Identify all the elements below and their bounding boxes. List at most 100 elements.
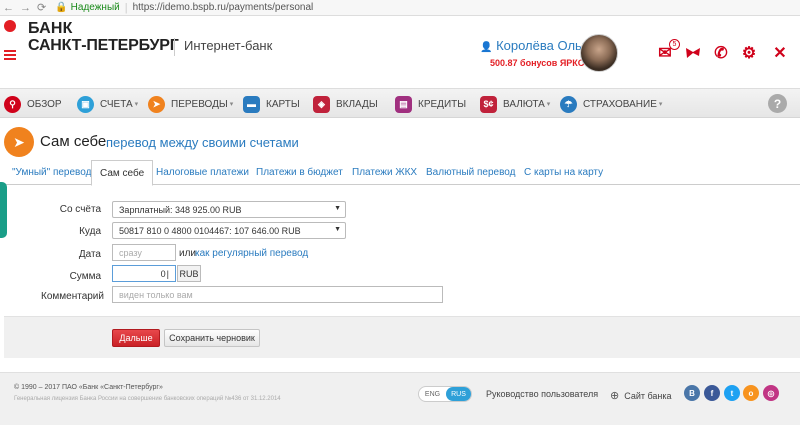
next-button[interactable]: Дальше (112, 329, 160, 347)
menu-label: СЧЕТА (100, 98, 133, 110)
menu-item-transfers[interactable]: ➤ ПЕРЕВОДЫ ▾ (148, 89, 233, 119)
internet-bank-label: Интернет-банк (184, 38, 273, 53)
language-switch[interactable]: ENG RUS (418, 386, 472, 402)
from-account-value: Зарплатный: 348 925.00 RUB (119, 204, 242, 215)
instagram-icon[interactable]: ◎ (763, 385, 779, 401)
save-draft-button[interactable]: Сохранить черновик (164, 329, 260, 347)
logo-text-line1[interactable]: БАНК (28, 20, 73, 38)
user-guide-link[interactable]: Руководство пользователя (486, 389, 598, 399)
bank-logo-stripe (4, 58, 16, 60)
tab-utility-payments[interactable]: Платежи ЖКХ (344, 160, 425, 185)
menu-label: ОБЗОР (27, 98, 62, 110)
bow-icon-shape (686, 48, 700, 58)
umbrella-icon: ☂ (560, 95, 577, 113)
paper-plane-icon: ➤ (148, 95, 165, 113)
menu-label: ВАЛЮТА (503, 98, 545, 110)
bag-icon: ▤ (395, 95, 412, 113)
date-input[interactable]: сразу (112, 244, 176, 261)
amount-label: Сумма (69, 271, 101, 282)
tab-budget-payments[interactable]: Платежи в бюджет (248, 160, 351, 185)
lang-eng-option[interactable]: ENG (419, 391, 446, 398)
amount-value: 0 (160, 268, 166, 279)
license-text: Генеральная лицензия Банка России на сов… (14, 396, 281, 402)
comment-input[interactable]: виден только вам (112, 286, 443, 303)
globe-icon: ⊕ (610, 390, 620, 402)
reload-icon[interactable]: ⟳ (37, 1, 46, 14)
forward-arrow-icon[interactable]: → (20, 2, 31, 14)
comment-label: Комментарий (41, 291, 104, 302)
tab-tax-payments[interactable]: Налоговые платежи (148, 160, 257, 185)
amount-input[interactable]: 0 | (112, 265, 176, 282)
gear-icon[interactable]: ⚙ (740, 44, 758, 62)
tab-self-transfer[interactable]: Сам себе (91, 160, 154, 186)
piggy-bank-icon: ◈ (313, 95, 330, 113)
paper-plane-icon: ➤ (4, 127, 34, 157)
close-icon[interactable]: ✕ (771, 44, 789, 62)
vk-icon[interactable]: B (684, 385, 700, 401)
bank-logo-stripe (4, 54, 16, 56)
menu-item-deposits[interactable]: ◈ ВКЛАДЫ (313, 89, 378, 119)
bank-logo-icon (4, 20, 16, 32)
bow-tie-icon[interactable] (684, 44, 702, 62)
lock-icon: 🔒 (55, 2, 68, 13)
menu-item-cards[interactable]: ▬ КАРТЫ (243, 89, 300, 119)
card-icon: ▬ (243, 95, 260, 113)
main-menu: ⚲ ОБЗОР ▣ СЧЕТА ▾ ➤ ПЕРЕВОДЫ ▾ ▬ КАРТЫ ◈… (0, 88, 800, 118)
help-icon[interactable]: ? (768, 94, 787, 113)
chevron-down-icon: ▾ (546, 101, 551, 108)
copyright-text: © 1990 – 2017 ПАО «Банк «Санкт-Петербург… (14, 384, 163, 391)
feedback-side-tab[interactable] (0, 182, 7, 238)
search-icon: ⚲ (4, 95, 21, 113)
chevron-down-icon: ▼ (334, 226, 341, 233)
text-cursor: | (166, 268, 169, 279)
menu-label: КРЕДИТЫ (418, 98, 467, 110)
tab-smart-transfer[interactable]: "Умный" перевод (4, 160, 99, 185)
mail-count-badge: 5 (669, 39, 680, 50)
bank-site-label: Сайт банка (624, 390, 672, 401)
from-account-select[interactable]: Зарплатный: 348 925.00 RUB ▼ (112, 201, 346, 218)
chevron-down-icon: ▾ (658, 101, 663, 108)
odnoklassniki-icon[interactable]: o (743, 385, 759, 401)
bank-site-link[interactable]: ⊕ Сайт банка (610, 389, 672, 402)
date-or-text: или (179, 248, 197, 259)
from-account-label: Со счёта (59, 204, 101, 215)
bonus-balance[interactable]: 500.87 бонусов ЯРКО (490, 58, 585, 68)
to-account-select[interactable]: 50817 810 0 4800 0104467: 107 646.00 RUB… (112, 222, 346, 239)
chevron-down-icon: ▾ (134, 101, 139, 108)
url-field[interactable]: https://idemo.bspb.ru/payments/personal (133, 2, 314, 13)
page-title: Сам себе (40, 133, 107, 150)
menu-item-overview[interactable]: ⚲ ОБЗОР (4, 89, 62, 119)
menu-item-currency[interactable]: $¢ ВАЛЮТА ▾ (480, 89, 550, 119)
back-arrow-icon[interactable]: ← (3, 2, 14, 14)
menu-label: ПЕРЕВОДЫ (171, 98, 228, 110)
menu-label: КАРТЫ (266, 98, 300, 110)
bank-logo-stripe (4, 50, 16, 52)
facebook-icon[interactable]: f (704, 385, 720, 401)
chevron-down-icon: ▾ (229, 101, 234, 108)
user-icon: 👤 (480, 42, 493, 53)
browser-address-bar: ← → ⟳ 🔒 Надежный | https://idemo.bspb.ru… (0, 0, 800, 16)
to-account-label: Куда (79, 226, 101, 237)
secure-label: Надежный (70, 2, 120, 13)
menu-item-insurance[interactable]: ☂ СТРАХОВАНИЕ ▾ (560, 89, 662, 119)
lang-rus-option[interactable]: RUS (446, 387, 471, 401)
chevron-down-icon: ▼ (334, 205, 341, 212)
avatar[interactable] (580, 34, 618, 72)
menu-item-credits[interactable]: ▤ КРЕДИТЫ (395, 89, 466, 119)
user-profile-link[interactable]: 👤 Королёва Ольга (480, 38, 593, 53)
logo-text-line2[interactable]: САНКТ-ПЕТЕРБУРГ (28, 37, 179, 55)
page-subtitle: перевод между своими счетами (106, 135, 299, 150)
wallet-icon: ▣ (77, 95, 94, 113)
tab-card-to-card[interactable]: С карты на карту (516, 160, 611, 185)
tab-currency-transfer[interactable]: Валютный перевод (418, 160, 523, 185)
twitter-icon[interactable]: t (724, 385, 740, 401)
phone-icon[interactable]: ✆ (712, 44, 730, 62)
logo-divider (174, 38, 175, 56)
currency-label: RUB (177, 265, 201, 282)
currency-icon: $¢ (480, 95, 497, 113)
menu-item-accounts[interactable]: ▣ СЧЕТА ▾ (77, 89, 138, 119)
address-divider: | (124, 1, 128, 14)
recurring-transfer-link[interactable]: как регулярный перевод (195, 248, 308, 259)
date-label: Дата (78, 249, 101, 260)
to-account-value: 50817 810 0 4800 0104467: 107 646.00 RUB (119, 225, 301, 236)
